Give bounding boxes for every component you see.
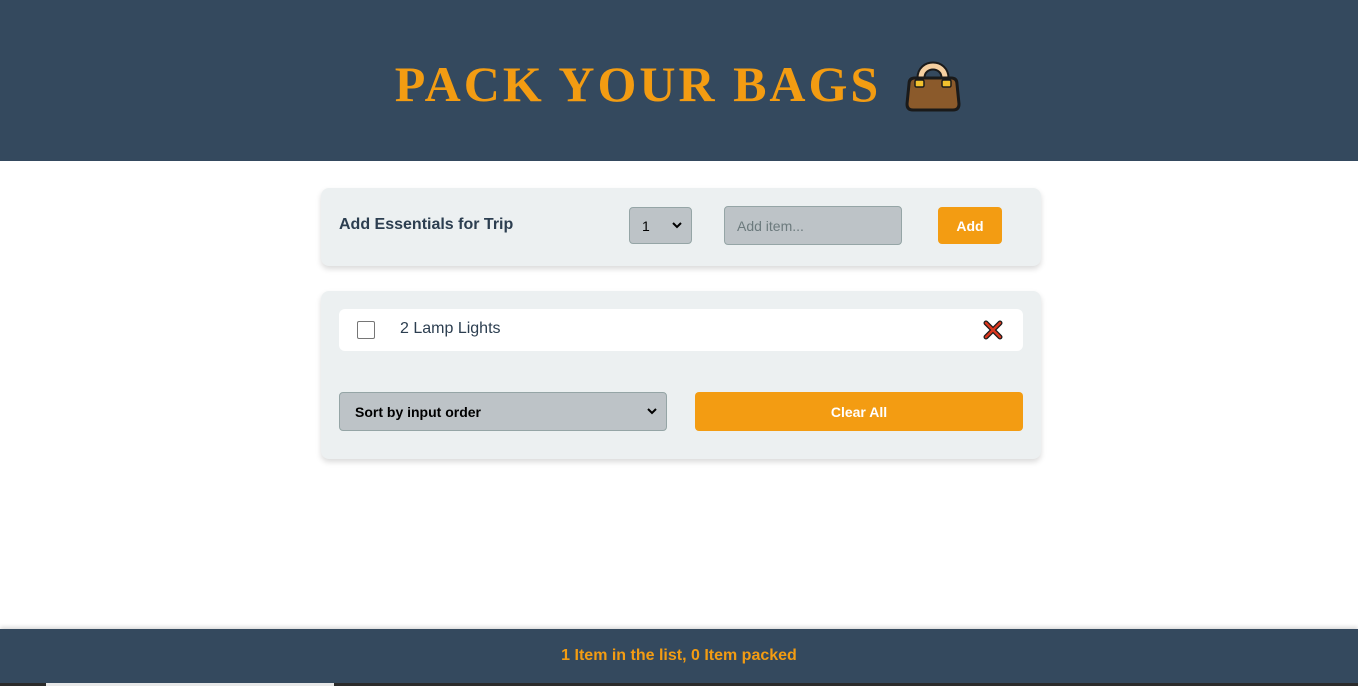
app-header: PACK YOUR BAGS [0,0,1358,161]
clear-all-button[interactable]: Clear All [695,392,1023,431]
stats-footer: 1 Item in the list, 0 Item packed [0,629,1358,686]
item-input[interactable]: Add item... [724,206,902,245]
list-item: 2 Lamp Lights [339,309,1023,351]
handbag-icon [903,54,963,114]
close-icon[interactable] [983,320,1003,340]
list-item-label: 2 Lamp Lights [400,320,501,337]
chevron-down-icon [646,404,658,420]
stats-text: 1 Item in the list, 0 Item packed [561,647,797,664]
sort-selected-value: Sort by input order [355,403,481,420]
app-title-text: PACK YOUR BAGS [394,55,882,112]
app-title: PACK YOUR BAGS [395,54,963,114]
quantity-value: 1 [642,217,650,234]
form-label: Add Essentials for Trip [339,216,514,233]
chevron-down-icon [671,218,683,234]
packing-list: 2 Lamp Lights Sort by input order Clear … [321,291,1041,459]
add-item-form: Add Essentials for Trip 1 Add item... Ad… [321,188,1041,266]
item-input-placeholder: Add item... [737,217,804,234]
packed-checkbox[interactable] [357,321,375,339]
quantity-select[interactable]: 1 [629,207,692,244]
sort-select[interactable]: Sort by input order [339,392,667,431]
add-button[interactable]: Add [938,207,1002,244]
